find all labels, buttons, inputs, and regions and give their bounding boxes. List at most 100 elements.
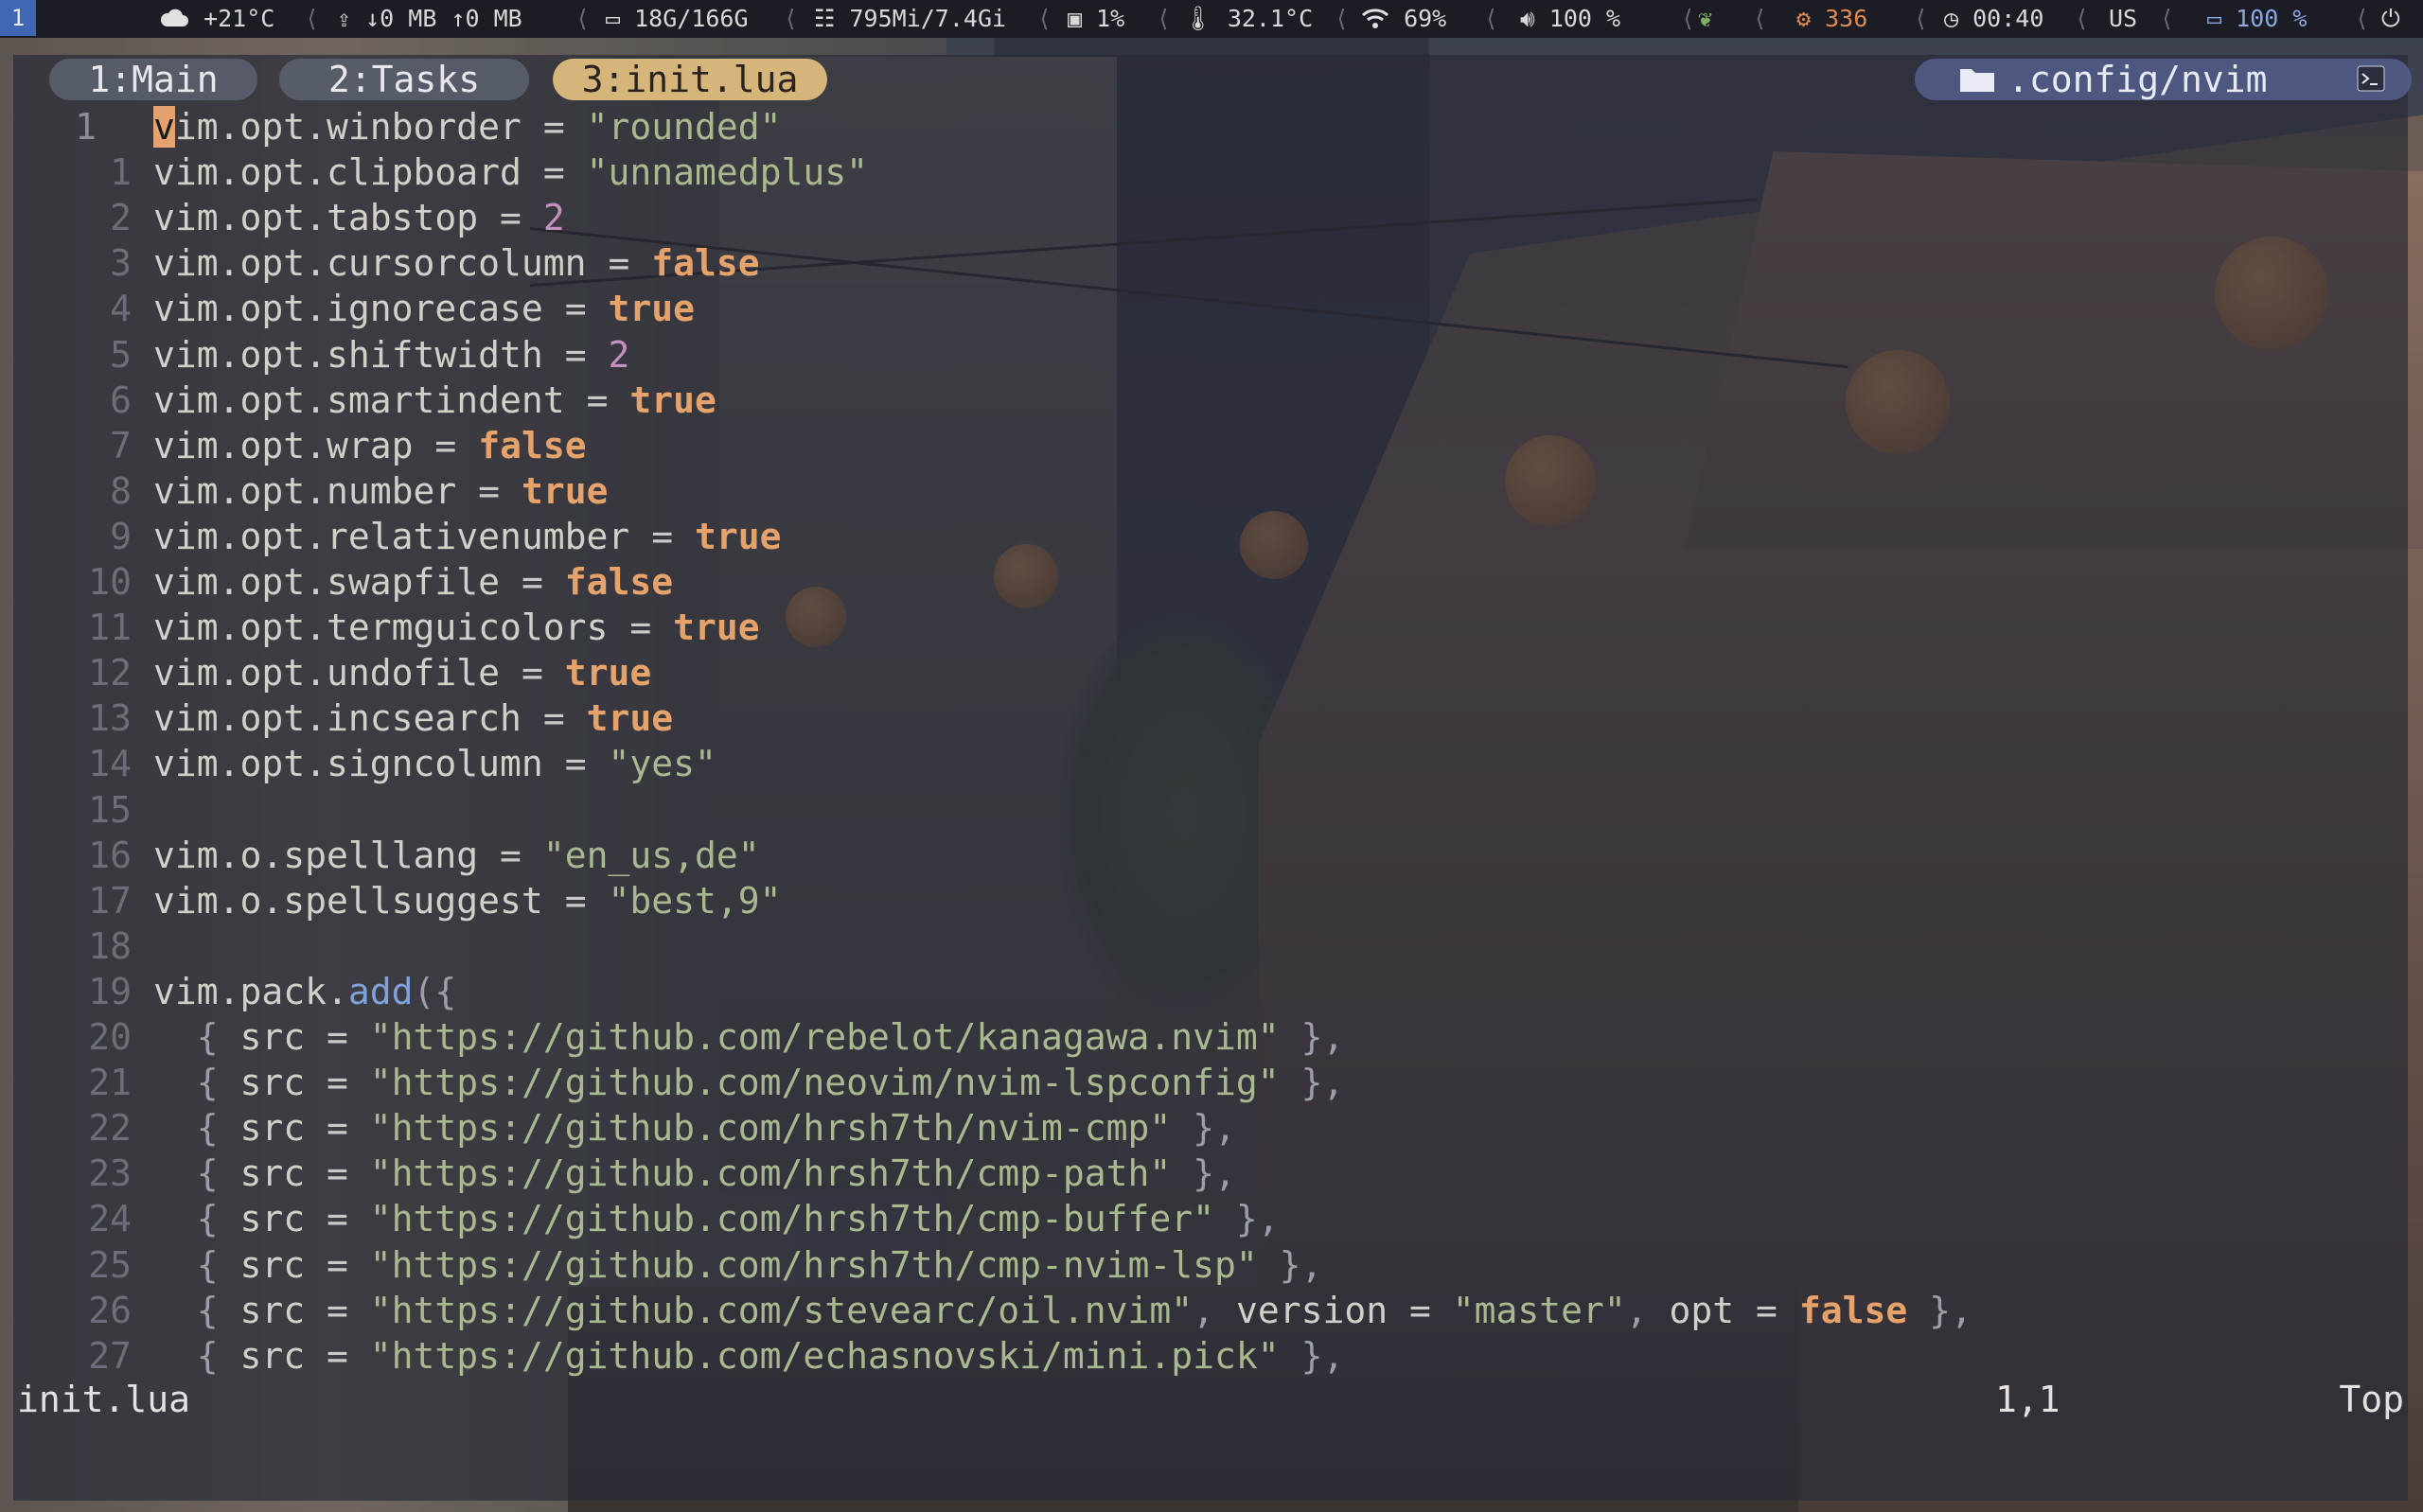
code-token: = — [542, 151, 565, 194]
line-number: 7 — [110, 424, 132, 466]
code-token: vim.opt.number — [153, 469, 479, 512]
battery-value: 100 % — [2236, 5, 2308, 32]
status-cursor-position: 1,1 — [1995, 1379, 2060, 1420]
code-token: 2 — [586, 333, 630, 376]
code-token: "https://github.com/echasnovski/mini.pic… — [347, 1334, 1280, 1377]
code-token: = — [327, 1062, 348, 1104]
line-number: 9 — [110, 515, 132, 557]
wifi-icon — [1361, 9, 1389, 28]
code-token: "https://github.com/hrsh7th/cmp-path" — [347, 1152, 1172, 1195]
disk-icon: ▭ — [606, 5, 621, 32]
code-token: = — [327, 1107, 348, 1150]
code-token: vim.opt.tabstop — [153, 197, 501, 239]
line-code: { src = "https://github.com/hrsh7th/cmp-… — [153, 1196, 1280, 1241]
network-widget[interactable]: ⇪ ↓0 MB ↑0 MB — [337, 0, 522, 38]
code-token: { — [153, 1062, 240, 1104]
clock-widget[interactable]: ◷ 00:40 — [1944, 0, 2043, 38]
code-token: "https://github.com/stevearc/oil.nvim" — [347, 1289, 1194, 1331]
keyboard-layout[interactable]: US — [2109, 0, 2137, 38]
separator: ⟨ — [1335, 5, 1350, 32]
code-token: , — [1193, 1289, 1236, 1331]
line-number: 8 — [110, 469, 132, 512]
code-token: , — [1625, 1289, 1670, 1331]
line-code: vim.opt.clipboard = "unnamedplus" — [153, 149, 868, 195]
cpu-value: 1% — [1096, 5, 1125, 32]
code-token: im.opt.winborder — [174, 106, 543, 148]
code-token: { — [153, 1198, 240, 1240]
memory-widget[interactable]: ☷ 795Mi/7.4Gi — [814, 0, 1006, 38]
status-scroll-position: Top — [2339, 1379, 2404, 1420]
clock-value: 00:40 — [1972, 5, 2044, 32]
line-code: vim.opt.shiftwidth = 2 — [153, 332, 629, 378]
code-token: false — [542, 561, 674, 603]
code-token: = — [608, 242, 630, 285]
line-number: 17 — [88, 879, 132, 922]
code-token: = — [500, 197, 522, 239]
code-token: vim.opt.smartindent — [153, 378, 587, 421]
gear-icon: ⚙ — [1796, 5, 1812, 32]
line-number: 5 — [110, 333, 132, 376]
tab-init-lua[interactable]: 3:init.lua — [553, 59, 827, 100]
code-token: true — [673, 515, 782, 557]
line-code: vim.opt.incsearch = true — [153, 695, 673, 741]
weather-widget[interactable]: +21°C — [159, 0, 274, 38]
temperature-value: 32.1°C — [1227, 5, 1314, 32]
line-number: 3 — [110, 242, 132, 285]
code-token: 2 — [521, 197, 565, 239]
code-token: "https://github.com/rebelot/kanagawa.nvi… — [347, 1016, 1280, 1058]
tab-main[interactable]: 1:Main — [49, 59, 257, 100]
code-token: = — [651, 515, 674, 557]
line-number: 14 — [88, 743, 132, 785]
code-token: = — [1408, 1289, 1431, 1331]
line-code: vim.opt.undofile = true — [153, 650, 651, 695]
code-token: { — [153, 1243, 240, 1286]
cwd-path: .config/nvim — [2007, 59, 2268, 100]
disk-value: 18G/166G — [634, 5, 749, 32]
separator: ⟨ — [1753, 5, 1768, 32]
temperature-widget[interactable]: 🌡︎ 32.1°C — [1183, 0, 1313, 38]
code-token: }, — [1907, 1289, 1972, 1331]
code-token: src — [239, 1016, 327, 1058]
line-code: vim.opt.number = true — [153, 468, 608, 514]
code-token: vim.opt.shiftwidth — [153, 333, 565, 376]
code-token: "yes" — [586, 743, 716, 785]
code-token: vim.pack. — [153, 970, 348, 1012]
code-token: }, — [1279, 1334, 1345, 1377]
code-token: src — [239, 1062, 327, 1104]
line-number: 10 — [88, 561, 132, 603]
code-token: vim.opt.swapfile — [153, 561, 522, 603]
code-token: vim.opt.incsearch — [153, 697, 543, 740]
code-token: true — [586, 288, 695, 330]
line-number: 12 — [88, 652, 132, 694]
code-token: = — [434, 424, 457, 466]
memory-value: 795Mi/7.4Gi — [849, 5, 1007, 32]
disk-widget[interactable]: ▭ 18G/166G — [606, 0, 749, 38]
code-token: }, — [1279, 1062, 1345, 1104]
code-token: = — [564, 879, 587, 922]
line-code: vim.opt.signcolumn = "yes" — [153, 741, 716, 786]
leaf-icon[interactable]: ❦ — [1698, 0, 1712, 38]
code-token: = — [327, 1198, 348, 1240]
wifi-widget[interactable]: 69% — [1361, 0, 1446, 38]
separator: ⟨ — [1681, 5, 1696, 32]
volume-widget[interactable]: 🔊︎ 100 % — [1520, 0, 1620, 38]
line-number: 22 — [88, 1107, 132, 1150]
text-cursor: v — [153, 106, 175, 148]
cpu-widget[interactable]: ▣ 1% — [1068, 0, 1124, 38]
weather-value: +21°C — [203, 5, 275, 32]
power-icon[interactable]: ⏻ — [2381, 0, 2400, 38]
code-token: true — [651, 607, 760, 649]
code-token: = — [327, 1016, 348, 1058]
battery-widget[interactable]: ▭ 100 % — [2207, 0, 2307, 38]
line-code: vim.opt.cursorcolumn = false — [153, 240, 760, 286]
line-code: { src = "https://github.com/hrsh7th/cmp-… — [153, 1242, 1323, 1288]
workspace-indicator[interactable]: 1 — [0, 0, 36, 36]
code-token: { — [153, 1334, 240, 1377]
tab-tasks[interactable]: 2:Tasks — [279, 59, 529, 100]
code-token: = — [327, 1243, 348, 1286]
separator: ⟨ — [2355, 5, 2370, 32]
updates-widget[interactable]: ⚙ 336 — [1796, 0, 1867, 38]
code-token: = — [521, 561, 543, 603]
line-number: 18 — [88, 924, 132, 967]
code-token: false — [1777, 1289, 1908, 1331]
